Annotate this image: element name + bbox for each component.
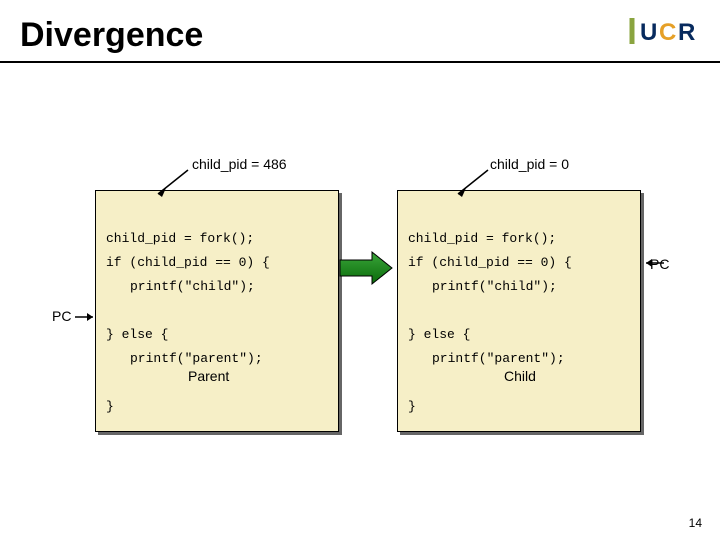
code-line: printf("child"); xyxy=(408,275,630,299)
code-line: if (child_pid == 0) { xyxy=(106,255,270,270)
pointer-arrow-right-icon xyxy=(452,168,492,205)
right-box-caption: Child xyxy=(504,368,536,384)
code-line: } else { xyxy=(106,327,168,342)
parent-code: child_pid = fork(); if (child_pid == 0) … xyxy=(95,190,339,432)
child-code-box: child_pid = fork(); if (child_pid == 0) … xyxy=(397,190,641,432)
code-line: } xyxy=(106,399,114,414)
child-code: child_pid = fork(); if (child_pid == 0) … xyxy=(397,190,641,432)
logo-u-text: U xyxy=(640,19,657,46)
flow-arrow-icon xyxy=(338,250,394,291)
slide-title: Divergence xyxy=(20,16,700,55)
code-line: } else { xyxy=(408,327,470,342)
left-box-header: child_pid = 486 xyxy=(192,156,287,172)
pointer-arrow-left-icon xyxy=(152,168,192,205)
slide-number: 14 xyxy=(689,516,702,530)
right-box-header: child_pid = 0 xyxy=(490,156,569,172)
pc-left-label: PC xyxy=(52,308,71,324)
logo-r-text: R xyxy=(678,19,695,46)
code-line: printf("child"); xyxy=(106,275,328,299)
ucr-logo: U C R xyxy=(628,14,698,48)
code-line: } xyxy=(408,399,416,414)
pc-arrow-right-icon xyxy=(640,256,666,274)
parent-code-box: child_pid = fork(); if (child_pid == 0) … xyxy=(95,190,339,432)
code-line: child_pid = fork(); xyxy=(106,231,254,246)
code-line: if (child_pid == 0) { xyxy=(408,255,572,270)
left-box-caption: Parent xyxy=(188,368,229,384)
title-bar: Divergence xyxy=(0,8,720,63)
code-line: child_pid = fork(); xyxy=(408,231,556,246)
logo-c-text: C xyxy=(659,19,676,46)
pc-arrow-left-icon xyxy=(73,310,99,328)
